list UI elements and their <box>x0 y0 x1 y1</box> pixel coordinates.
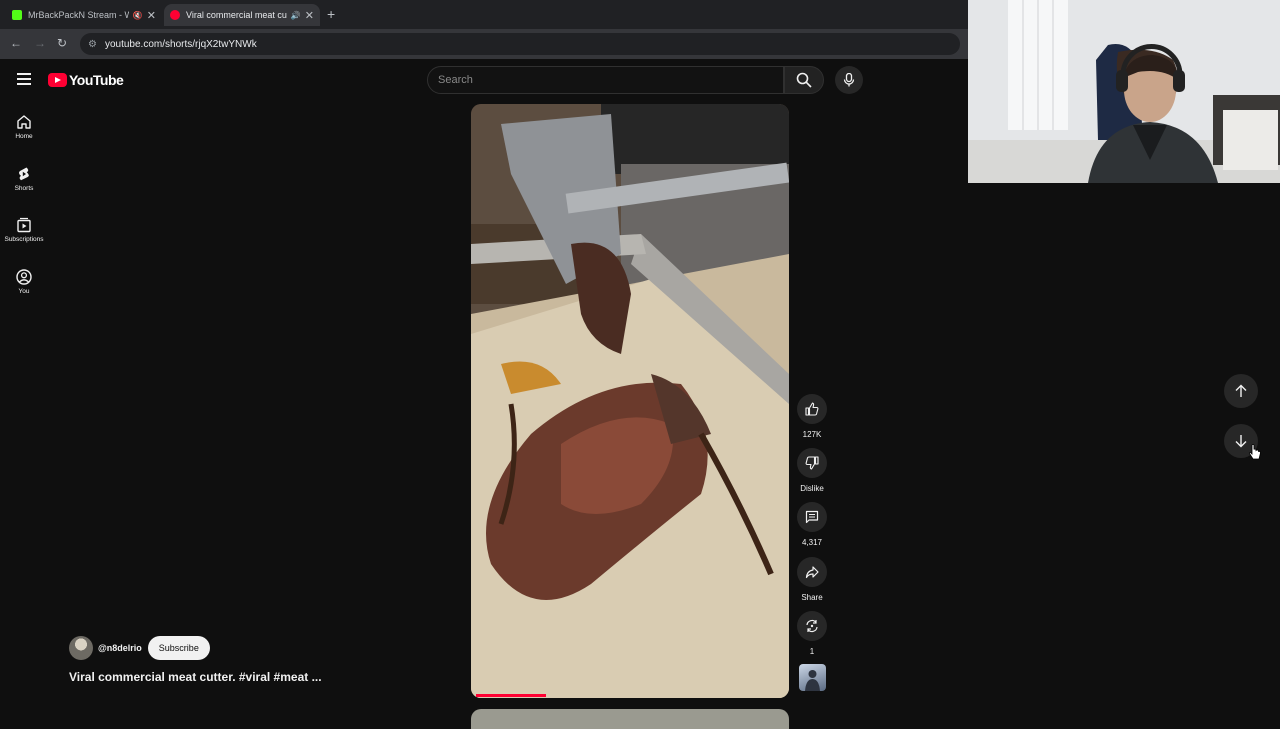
mouse-cursor-icon <box>1248 444 1261 460</box>
home-icon <box>17 115 31 129</box>
arrow-up-icon <box>1235 384 1247 397</box>
sidebar-item-home[interactable]: Home <box>0 114 48 140</box>
person-silhouette-icon <box>805 670 820 691</box>
channel-handle[interactable]: @n8delrio <box>98 643 142 653</box>
sidebar-item-shorts[interactable]: Shorts <box>0 166 48 192</box>
reload-icon[interactable]: ↻ <box>57 36 67 50</box>
subscribe-button[interactable]: Subscribe <box>147 636 210 660</box>
sidebar-item-label: You <box>18 288 30 295</box>
new-tab-button[interactable]: + <box>327 6 335 22</box>
share-button[interactable]: Share <box>796 557 828 602</box>
share-icon <box>805 566 819 579</box>
microphone-icon <box>843 73 855 87</box>
remix-count: 1 <box>809 647 815 656</box>
arrow-down-icon <box>1235 435 1247 448</box>
next-video-preview[interactable] <box>471 709 789 729</box>
sidebar-item-subscriptions[interactable]: Subscriptions <box>0 217 48 243</box>
sidebar-item-label: Home <box>15 133 33 140</box>
video-frame-image <box>471 104 789 698</box>
remix-button[interactable]: 1 <box>796 611 828 656</box>
logo-text: YouTube <box>69 72 124 88</box>
browser-tab-youtube[interactable]: Viral commercial meat cutt 🔊 ✕ <box>164 4 320 26</box>
search-button[interactable] <box>784 66 824 94</box>
sound-thumbnail[interactable] <box>799 664 826 691</box>
dislike-button[interactable]: Dislike <box>796 448 828 493</box>
close-tab-icon[interactable]: ✕ <box>305 9 314 22</box>
thumbs-up-icon <box>805 402 819 416</box>
subscriptions-icon <box>17 217 31 233</box>
site-info-icon[interactable]: ⚙ <box>88 39 97 50</box>
menu-icon[interactable] <box>17 73 31 85</box>
account-icon <box>16 269 32 285</box>
sidebar-item-label: Subscriptions <box>4 236 44 243</box>
sidebar-item-you[interactable]: You <box>0 269 48 295</box>
sidebar-item-label: Shorts <box>14 185 34 192</box>
back-icon[interactable]: ← <box>10 36 22 50</box>
previous-video-button[interactable] <box>1224 374 1258 408</box>
tab-title: MrBackPackN Stream - Wa <box>28 10 129 20</box>
dislike-label: Dislike <box>800 484 824 493</box>
kick-favicon-icon <box>12 10 22 20</box>
video-title[interactable]: Viral commercial meat cutter. #viral #me… <box>69 670 322 684</box>
channel-avatar[interactable] <box>69 636 93 660</box>
thumbs-down-icon <box>805 456 819 470</box>
audio-icon[interactable]: 🔊 <box>291 11 301 20</box>
like-button[interactable]: 127K <box>796 394 828 439</box>
streamer-webcam-image <box>968 0 1280 183</box>
comment-icon <box>805 510 819 524</box>
comments-button[interactable]: 4,317 <box>796 502 828 547</box>
tab-title: Viral commercial meat cutt <box>186 10 287 20</box>
share-label: Share <box>801 593 823 602</box>
shorts-video-player[interactable] <box>471 104 789 698</box>
webcam-overlay <box>968 0 1280 183</box>
youtube-play-icon <box>48 73 67 87</box>
close-tab-icon[interactable]: ✕ <box>147 9 156 22</box>
browser-tab-bar: MrBackPackN Stream - Wa 🔇 ✕ Viral commer… <box>0 0 968 29</box>
like-count: 127K <box>802 430 822 439</box>
muted-icon[interactable]: 🔇 <box>133 11 143 20</box>
search-icon <box>796 72 812 88</box>
video-progress-bar[interactable] <box>476 694 546 697</box>
comment-count: 4,317 <box>801 538 823 547</box>
search-placeholder: Search <box>438 74 473 86</box>
youtube-favicon-icon <box>170 10 180 20</box>
url-text: youtube.com/shorts/rjqX2twYNWk <box>104 38 257 50</box>
youtube-logo[interactable]: YouTube <box>48 72 124 88</box>
search-input[interactable]: Search <box>427 66 784 94</box>
voice-search-button[interactable] <box>835 66 863 94</box>
channel-info: @n8delrio Subscribe <box>69 636 210 660</box>
forward-icon[interactable]: → <box>34 36 46 50</box>
shorts-icon <box>19 167 29 181</box>
address-bar-row: ← → ↻ ⚙ youtube.com/shorts/rjqX2twYNWk <box>0 29 968 59</box>
url-field[interactable]: ⚙ youtube.com/shorts/rjqX2twYNWk <box>80 33 960 55</box>
remix-icon <box>806 619 818 633</box>
browser-tab-kick[interactable]: MrBackPackN Stream - Wa 🔇 ✕ <box>6 4 162 26</box>
